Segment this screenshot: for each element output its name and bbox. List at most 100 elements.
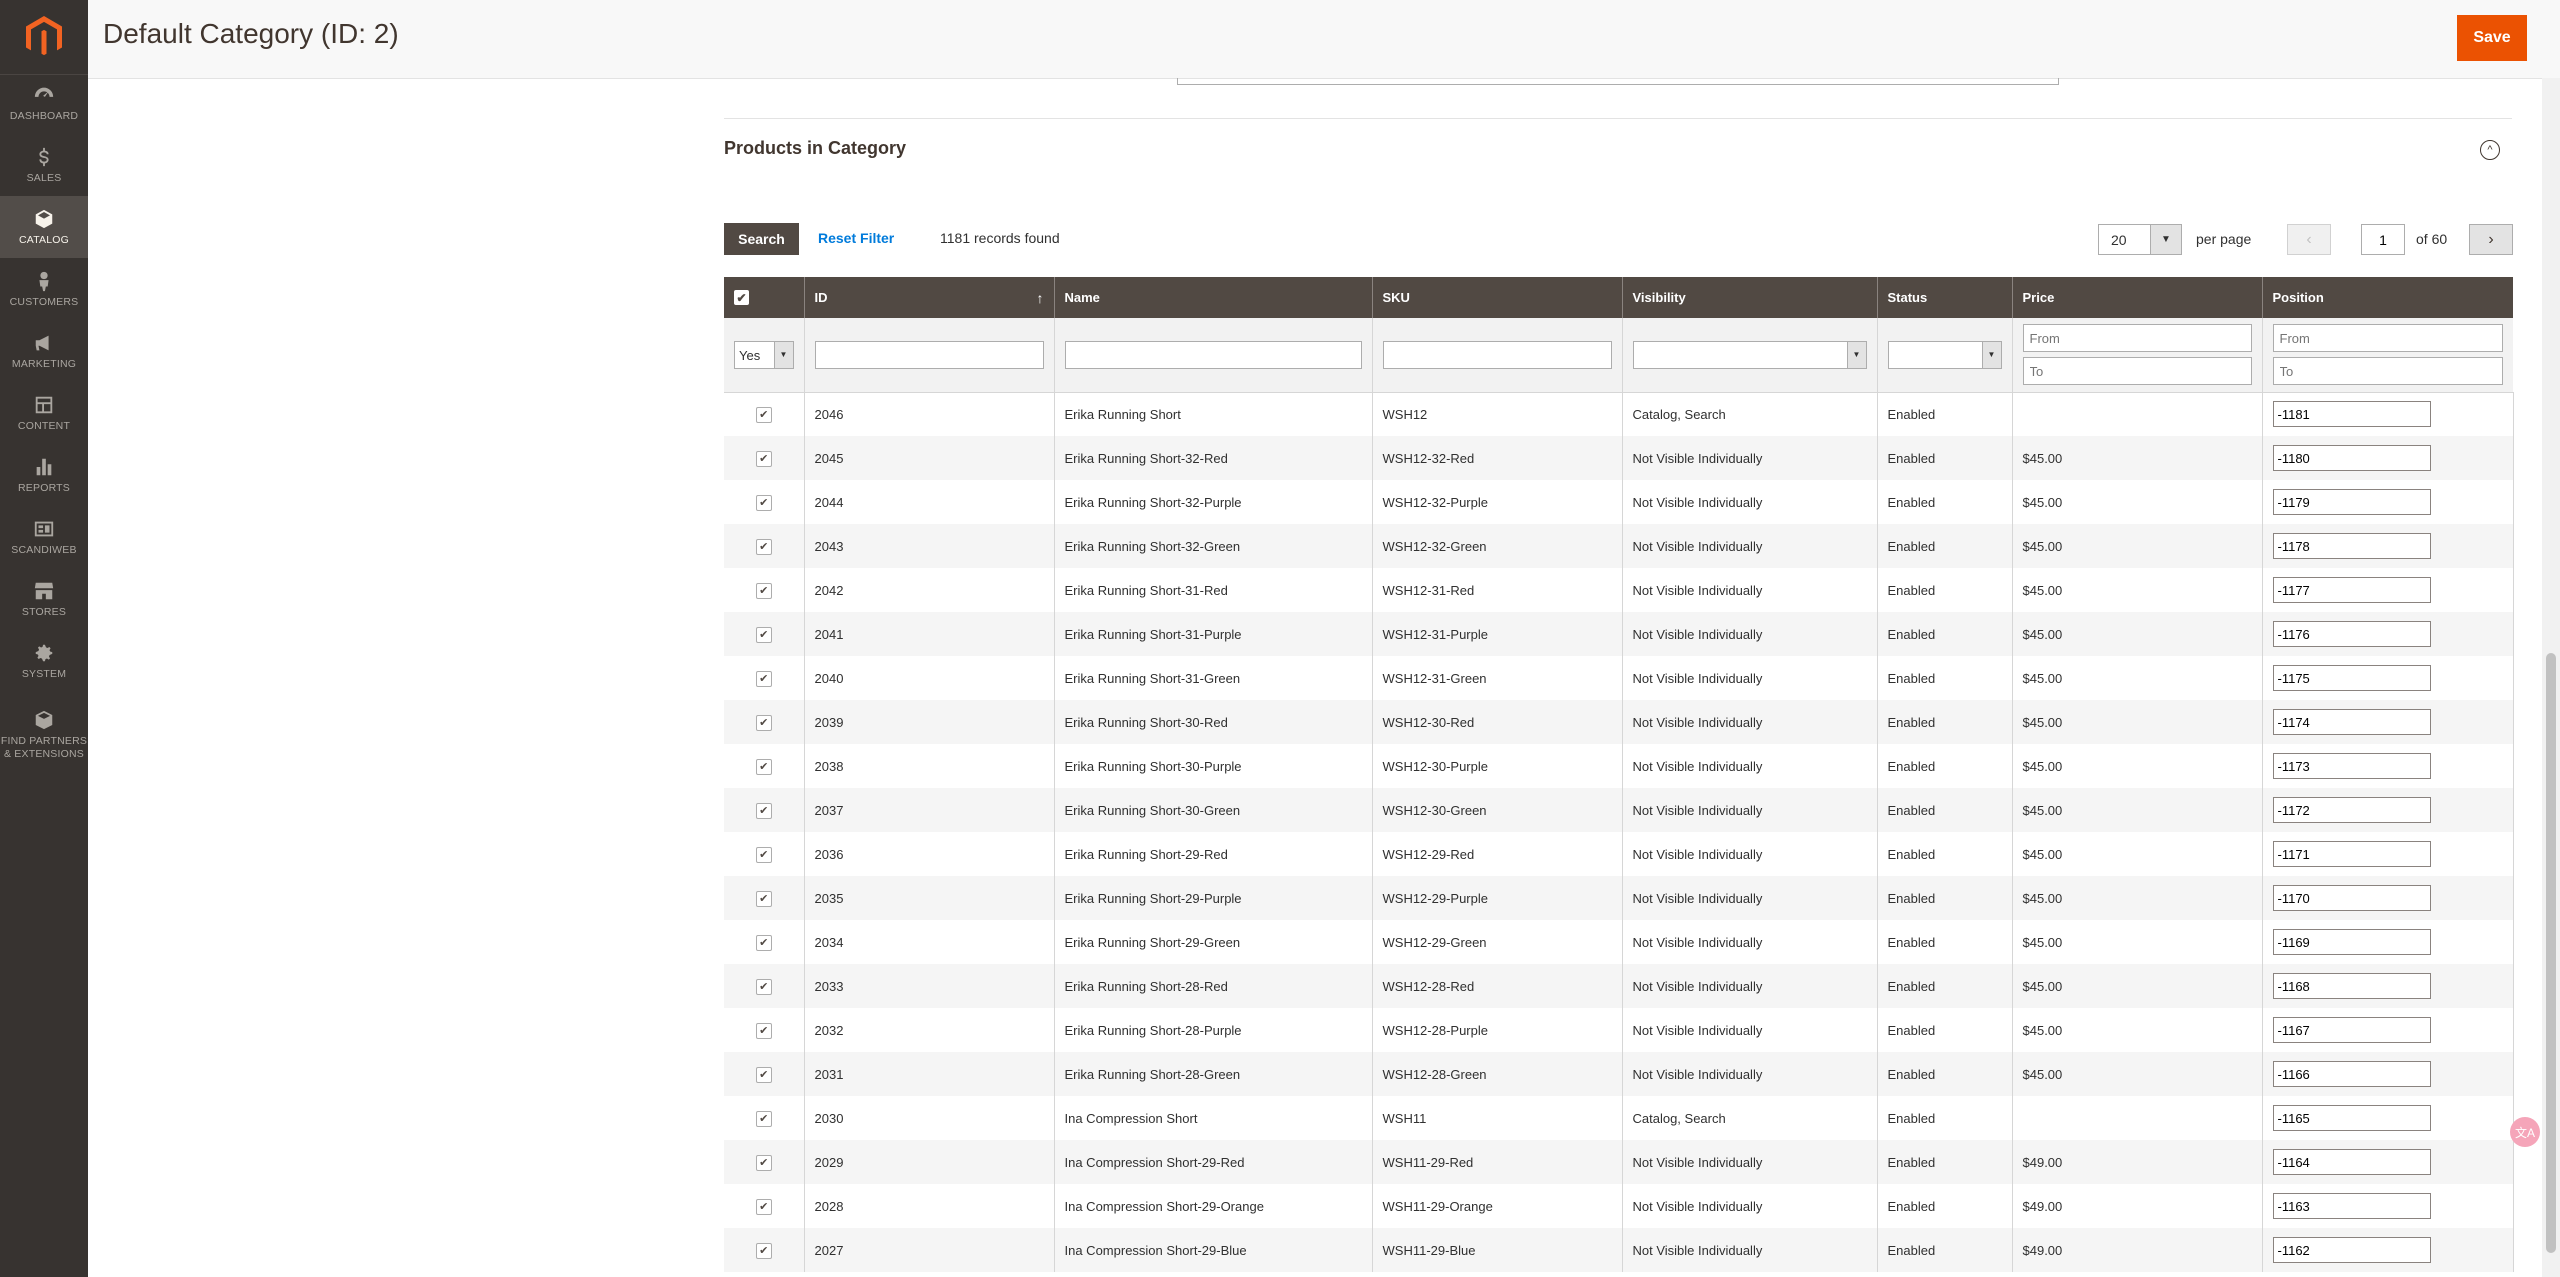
table-row[interactable]: ✔ 2034 Erika Running Short-29-Green WSH12-2… — [724, 920, 2514, 964]
row-checkbox[interactable]: ✔ — [755, 582, 772, 599]
position-input[interactable] — [2272, 1237, 2431, 1263]
per-page-select[interactable]: 20 ▼ — [2098, 224, 2182, 255]
sku-filter-input[interactable] — [1382, 340, 1612, 369]
sidebar-item-scandiweb[interactable]: SCANDIWEB — [0, 506, 88, 568]
table-row[interactable]: ✔ 2035 Erika Running Short-29-Purple WSH12-… — [724, 876, 2514, 920]
row-checkbox[interactable]: ✔ — [755, 626, 772, 643]
position-input[interactable] — [2272, 841, 2431, 867]
checkbox-checked-icon[interactable]: ✔ — [734, 290, 749, 306]
table-row[interactable]: ✔ 2036 Erika Running Short-29-Red WSH12-29-… — [724, 832, 2514, 876]
position-input[interactable] — [2272, 1061, 2431, 1087]
row-checkbox[interactable]: ✔ — [755, 890, 772, 907]
section-title[interactable]: Products in Category — [724, 138, 906, 159]
row-checkbox[interactable]: ✔ — [755, 802, 772, 819]
row-checkbox[interactable]: ✔ — [755, 1198, 772, 1215]
next-page-button[interactable]: › — [2469, 224, 2513, 255]
position-input[interactable] — [2272, 709, 2431, 735]
sidebar-item-find[interactable]: FIND PARTNERS & EXTENSIONS — [0, 700, 88, 770]
previous-page-button[interactable]: ‹ — [2287, 224, 2331, 255]
column-header-sku[interactable]: SKU — [1372, 277, 1623, 318]
column-header-name[interactable]: Name — [1054, 277, 1373, 318]
column-header-price[interactable]: Price — [2012, 277, 2263, 318]
table-row[interactable]: ✔ 2027 Ina Compression Short-29-Blue WSH11-… — [724, 1228, 2514, 1272]
in-category-filter[interactable]: Yes ▼ — [734, 340, 794, 369]
column-header-id[interactable]: ID ↑ — [804, 277, 1055, 318]
row-checkbox[interactable]: ✔ — [755, 538, 772, 555]
table-row[interactable]: ✔ 2044 Erika Running Short-32-Purple WSH12-… — [724, 480, 2514, 524]
position-input[interactable] — [2272, 1105, 2431, 1131]
sidebar-item-system[interactable]: SYSTEM — [0, 630, 88, 692]
row-checkbox[interactable]: ✔ — [755, 978, 772, 995]
reset-filter-link[interactable]: Reset Filter — [818, 230, 894, 246]
sidebar-item-dashboard[interactable]: DASHBOARD — [0, 72, 88, 134]
sidebar-item-customers[interactable]: CUSTOMERS — [0, 258, 88, 320]
row-checkbox[interactable]: ✔ — [755, 934, 772, 951]
table-row[interactable]: ✔ 2041 Erika Running Short-31-Purple WSH12-… — [724, 612, 2514, 656]
scrollbar-thumb[interactable] — [2546, 653, 2556, 1253]
position-to-input[interactable] — [2272, 357, 2503, 386]
table-row[interactable]: ✔ 2046 Erika Running Short WSH12 Catalog, Se… — [724, 392, 2514, 436]
magento-logo[interactable] — [0, 0, 88, 75]
sidebar-item-marketing[interactable]: MARKETING — [0, 320, 88, 382]
table-row[interactable]: ✔ 2033 Erika Running Short-28-Red WSH12-28-… — [724, 964, 2514, 1008]
table-row[interactable]: ✔ 2037 Erika Running Short-30-Green WSH12-3… — [724, 788, 2514, 832]
position-from-input[interactable] — [2272, 324, 2503, 353]
position-input[interactable] — [2272, 445, 2431, 471]
position-input[interactable] — [2272, 577, 2431, 603]
row-checkbox[interactable]: ✔ — [755, 1110, 772, 1127]
position-input[interactable] — [2272, 885, 2431, 911]
table-row[interactable]: ✔ 2040 Erika Running Short-31-Green WSH12-3… — [724, 656, 2514, 700]
row-checkbox[interactable]: ✔ — [755, 494, 772, 511]
table-row[interactable]: ✔ 2043 Erika Running Short-32-Green WSH12-3… — [724, 524, 2514, 568]
description-textarea[interactable] — [1177, 78, 2059, 85]
id-filter-input[interactable] — [814, 340, 1044, 369]
visibility-filter[interactable]: ▼ — [1632, 340, 1867, 369]
page-scrollbar[interactable] — [2542, 78, 2560, 1277]
table-row[interactable]: ✔ 2039 Erika Running Short-30-Red WSH12-30-… — [724, 700, 2514, 744]
row-checkbox[interactable]: ✔ — [755, 1066, 772, 1083]
sidebar-item-reports[interactable]: REPORTS — [0, 444, 88, 506]
row-checkbox[interactable]: ✔ — [755, 670, 772, 687]
row-checkbox[interactable]: ✔ — [755, 1242, 772, 1259]
row-checkbox[interactable]: ✔ — [755, 1022, 772, 1039]
translate-widget-icon[interactable]: 文A — [2510, 1117, 2540, 1147]
search-button[interactable]: Search — [724, 223, 799, 255]
row-checkbox[interactable]: ✔ — [755, 758, 772, 775]
save-button[interactable]: Save — [2457, 15, 2527, 61]
position-input[interactable] — [2272, 621, 2431, 647]
position-input[interactable] — [2272, 753, 2431, 779]
position-input[interactable] — [2272, 533, 2431, 559]
page-number-input[interactable] — [2361, 224, 2405, 255]
column-header-visibility[interactable]: Visibility — [1622, 277, 1878, 318]
position-input[interactable] — [2272, 401, 2431, 428]
column-header-status[interactable]: Status — [1877, 277, 2013, 318]
select-all-header[interactable]: ✔ — [724, 277, 805, 318]
row-checkbox[interactable]: ✔ — [755, 406, 772, 423]
sidebar-item-stores[interactable]: STORES — [0, 568, 88, 630]
sidebar-item-catalog[interactable]: CATALOG — [0, 196, 88, 258]
position-input[interactable] — [2272, 1193, 2431, 1219]
price-from-input[interactable] — [2022, 324, 2252, 353]
column-header-position[interactable]: Position — [2262, 277, 2513, 318]
table-row[interactable]: ✔ 2032 Erika Running Short-28-Purple WSH12-… — [724, 1008, 2514, 1052]
table-row[interactable]: ✔ 2028 Ina Compression Short-29-Orange WSH1… — [724, 1184, 2514, 1228]
position-input[interactable] — [2272, 665, 2431, 691]
row-checkbox[interactable]: ✔ — [755, 846, 772, 863]
position-input[interactable] — [2272, 929, 2431, 955]
position-input[interactable] — [2272, 1017, 2431, 1043]
table-row[interactable]: ✔ 2030 Ina Compression Short WSH11 Catalog, … — [724, 1096, 2514, 1140]
collapse-icon[interactable]: ^ — [2480, 140, 2500, 160]
price-to-input[interactable] — [2022, 357, 2252, 386]
position-input[interactable] — [2272, 797, 2431, 823]
row-checkbox[interactable]: ✔ — [755, 1154, 772, 1171]
position-input[interactable] — [2272, 973, 2431, 999]
table-row[interactable]: ✔ 2045 Erika Running Short-32-Red WSH12-32-… — [724, 436, 2514, 480]
status-filter[interactable]: ▼ — [1887, 340, 2002, 369]
position-input[interactable] — [2272, 1149, 2431, 1175]
sidebar-item-content[interactable]: CONTENT — [0, 382, 88, 444]
table-row[interactable]: ✔ 2029 Ina Compression Short-29-Red WSH11-2… — [724, 1140, 2514, 1184]
name-filter-input[interactable] — [1064, 340, 1362, 369]
table-row[interactable]: ✔ 2031 Erika Running Short-28-Green WSH12-2… — [724, 1052, 2514, 1096]
position-input[interactable] — [2272, 489, 2431, 515]
table-row[interactable]: ✔ 2042 Erika Running Short-31-Red WSH12-31-… — [724, 568, 2514, 612]
